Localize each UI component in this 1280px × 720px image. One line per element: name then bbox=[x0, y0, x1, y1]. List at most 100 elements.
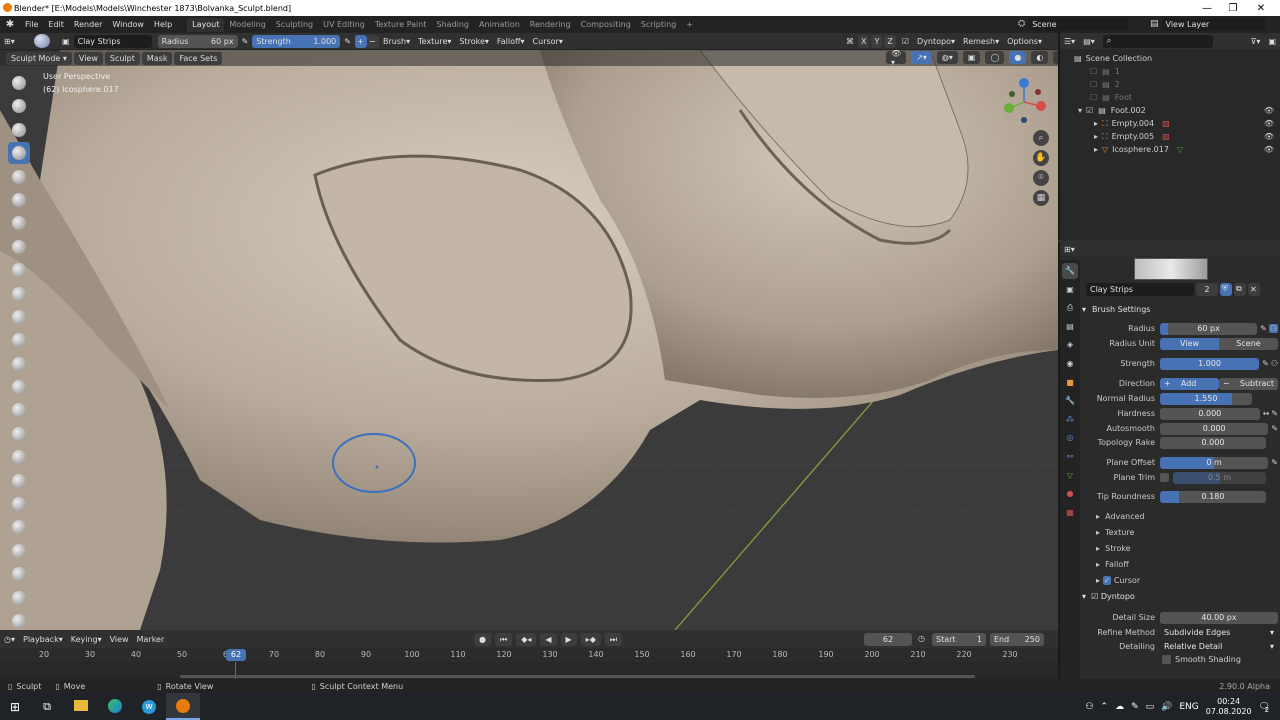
start-frame-field[interactable]: Start 1 bbox=[932, 633, 986, 646]
brush-name-field[interactable]: Clay Strips bbox=[73, 34, 152, 48]
clock[interactable]: 00:24 07.08.2020 bbox=[1206, 697, 1252, 717]
3d-viewport[interactable]: User Perspective (62) Icosphere.017 ⌕ ✋ … bbox=[0, 50, 1058, 630]
topology-rake-field[interactable]: 0.000 bbox=[1160, 436, 1266, 449]
outliner-item[interactable]: ☐ ▤ 1 bbox=[1060, 65, 1280, 78]
outliner-item[interactable]: ☐ ▤ Foot bbox=[1060, 91, 1280, 104]
cursor-subpanel[interactable]: ▸ ✓ Cursor bbox=[1096, 576, 1140, 585]
render-tab-icon[interactable]: ▣ bbox=[1062, 281, 1078, 297]
tab-uv-editing[interactable]: UV Editing bbox=[318, 18, 370, 32]
smooth-shading-toggle[interactable]: Smooth Shading bbox=[1162, 655, 1241, 664]
tool-crease-icon[interactable] bbox=[8, 259, 30, 281]
tab-texture-paint[interactable]: Texture Paint bbox=[370, 18, 432, 32]
radius-field[interactable]: 60 px bbox=[1160, 322, 1258, 335]
shading-material-icon[interactable]: ◐ bbox=[1031, 51, 1049, 64]
menu-window[interactable]: Window bbox=[107, 20, 149, 29]
playhead-frame-badge[interactable]: 62 bbox=[226, 649, 246, 661]
tool-multiplane-scrape-icon[interactable] bbox=[8, 376, 30, 398]
pressure-pen-icon[interactable]: ✎ bbox=[238, 37, 253, 46]
notification-icon[interactable]: 🗨 2 bbox=[1259, 702, 1270, 714]
output-tab-icon[interactable]: ⎙ bbox=[1062, 300, 1078, 316]
record-icon[interactable]: ● bbox=[474, 633, 491, 646]
scene-selector[interactable]: Scene bbox=[1028, 17, 1129, 31]
tool-draw-icon[interactable] bbox=[8, 72, 30, 94]
brush-settings-header[interactable]: ▾ Brush Settings bbox=[1082, 303, 1278, 316]
app-w-icon[interactable]: w bbox=[132, 699, 166, 714]
pressure-icon[interactable]: ✎ bbox=[1260, 324, 1267, 333]
volume-icon[interactable]: 🔊 bbox=[1161, 702, 1172, 712]
camera-icon[interactable]: ⌾ bbox=[1033, 170, 1049, 186]
dyntopo-checkbox-icon[interactable]: ☑ bbox=[898, 37, 913, 46]
radius-field[interactable]: Radius 60 px bbox=[157, 34, 238, 48]
add-direction-icon[interactable]: + bbox=[354, 34, 367, 48]
brush-thumbnail[interactable] bbox=[1134, 258, 1208, 280]
outliner-item[interactable]: ▾ ☑ ▤ Foot.002 👁 bbox=[1060, 104, 1280, 117]
tab-compositing[interactable]: Compositing bbox=[576, 18, 636, 32]
add-workspace-button[interactable]: + bbox=[681, 18, 698, 32]
texture-subpanel[interactable]: ▸ Texture bbox=[1096, 528, 1134, 537]
outliner-search-input[interactable]: ⌕ bbox=[1102, 34, 1213, 48]
tab-layout[interactable]: Layout bbox=[187, 17, 225, 32]
menu-edit[interactable]: Edit bbox=[43, 20, 69, 29]
tool-mask-icon[interactable] bbox=[8, 610, 30, 632]
navigation-gizmo[interactable] bbox=[1000, 78, 1050, 128]
zoom-icon[interactable]: ⌕ bbox=[1033, 130, 1049, 146]
plane-trim-field[interactable]: 0.5 m bbox=[1173, 471, 1266, 484]
expand-arrow-icon[interactable]: ▾ bbox=[1078, 106, 1082, 115]
task-view-icon[interactable]: ⧉ bbox=[30, 700, 64, 714]
material-tab-icon[interactable]: ● bbox=[1062, 486, 1078, 502]
tool-clay-strips-icon[interactable] bbox=[8, 142, 30, 165]
tab-scripting[interactable]: Scripting bbox=[636, 18, 682, 32]
timeline-scrollbar[interactable] bbox=[180, 675, 975, 678]
pressure-pen-icon-2[interactable]: ✎ bbox=[340, 37, 355, 46]
tool-inflate-icon[interactable] bbox=[8, 212, 30, 234]
eye-icon[interactable]: 👁 bbox=[1264, 145, 1274, 154]
menu-help[interactable]: Help bbox=[149, 20, 177, 29]
grid-view-icon[interactable]: ▦ bbox=[1033, 190, 1049, 206]
tab-rendering[interactable]: Rendering bbox=[525, 18, 576, 32]
end-frame-field[interactable]: End 250 bbox=[990, 633, 1044, 646]
file-explorer-icon[interactable] bbox=[64, 700, 98, 713]
tool-layer-icon[interactable] bbox=[8, 189, 30, 211]
menu-render[interactable]: Render bbox=[69, 20, 107, 29]
frame-ruler[interactable]: 2030405060708090100110120130140150160170… bbox=[0, 648, 1058, 662]
tool-snake-hook-icon[interactable] bbox=[8, 470, 30, 492]
display-mode-icon[interactable]: ▤▾ bbox=[1079, 37, 1099, 46]
dyntopo-panel-header[interactable]: ▾ ☑ Dyntopo bbox=[1082, 592, 1135, 601]
marker-menu[interactable]: Marker bbox=[133, 635, 169, 644]
symmetry-icon[interactable]: ⌘ bbox=[842, 37, 858, 46]
sculpt-mode-dropdown[interactable]: Sculpt Mode ▾ bbox=[6, 51, 72, 65]
tool-elastic-icon[interactable] bbox=[8, 446, 30, 468]
editor-type-icon[interactable]: ⊞▾ bbox=[0, 37, 26, 46]
brush-name-field[interactable]: Clay Strips bbox=[1086, 282, 1194, 296]
jump-keyframe-back-icon[interactable]: ◆◂ bbox=[516, 633, 537, 646]
maximize-button[interactable]: ❐ bbox=[1220, 0, 1246, 16]
filter-icon[interactable]: ⊽▾ bbox=[1247, 37, 1265, 46]
pen-workspace-icon[interactable]: ✎ bbox=[1131, 702, 1139, 712]
outliner-item[interactable]: ☐ ▤ 2 bbox=[1060, 78, 1280, 91]
direction-add-button[interactable]: + Add bbox=[1160, 377, 1219, 390]
minimize-button[interactable]: — bbox=[1194, 0, 1220, 16]
tool-smooth-icon[interactable] bbox=[8, 283, 30, 305]
view-menu[interactable]: View bbox=[73, 51, 103, 65]
symmetry-y-toggle[interactable]: Y bbox=[871, 35, 883, 48]
symmetry-x-toggle[interactable]: X bbox=[858, 35, 870, 48]
tab-animation[interactable]: Animation bbox=[474, 18, 525, 32]
tool-pose-icon[interactable] bbox=[8, 516, 30, 538]
tool-blob-icon[interactable] bbox=[8, 236, 30, 258]
tab-sculpting[interactable]: Sculpting bbox=[271, 18, 318, 32]
fake-user-shield-icon[interactable]: ⛨ bbox=[1220, 282, 1232, 296]
hardness-field[interactable]: 0.000 bbox=[1160, 407, 1260, 420]
constraints-tab-icon[interactable]: ⚯ bbox=[1062, 449, 1078, 465]
falloff-subpanel[interactable]: ▸ Falloff bbox=[1096, 560, 1129, 569]
tool-nudge-icon[interactable] bbox=[8, 540, 30, 562]
tool-thumb-icon[interactable] bbox=[8, 493, 30, 515]
sculpt-menu[interactable]: Sculpt bbox=[104, 51, 140, 65]
new-collection-icon[interactable]: ▣ bbox=[1264, 37, 1280, 46]
texture-menu[interactable]: Texture ▾ bbox=[414, 37, 455, 46]
people-icon[interactable]: ⚇ bbox=[1085, 702, 1093, 712]
view-layer-tab-icon[interactable]: ▤ bbox=[1062, 318, 1078, 334]
tip-roundness-field[interactable]: 0.180 bbox=[1160, 490, 1266, 503]
tool-rotate-icon[interactable] bbox=[8, 563, 30, 585]
outliner-editor-icon[interactable]: ☰▾ bbox=[1060, 37, 1079, 46]
windows-start-icon[interactable]: ⊞ bbox=[0, 700, 30, 714]
